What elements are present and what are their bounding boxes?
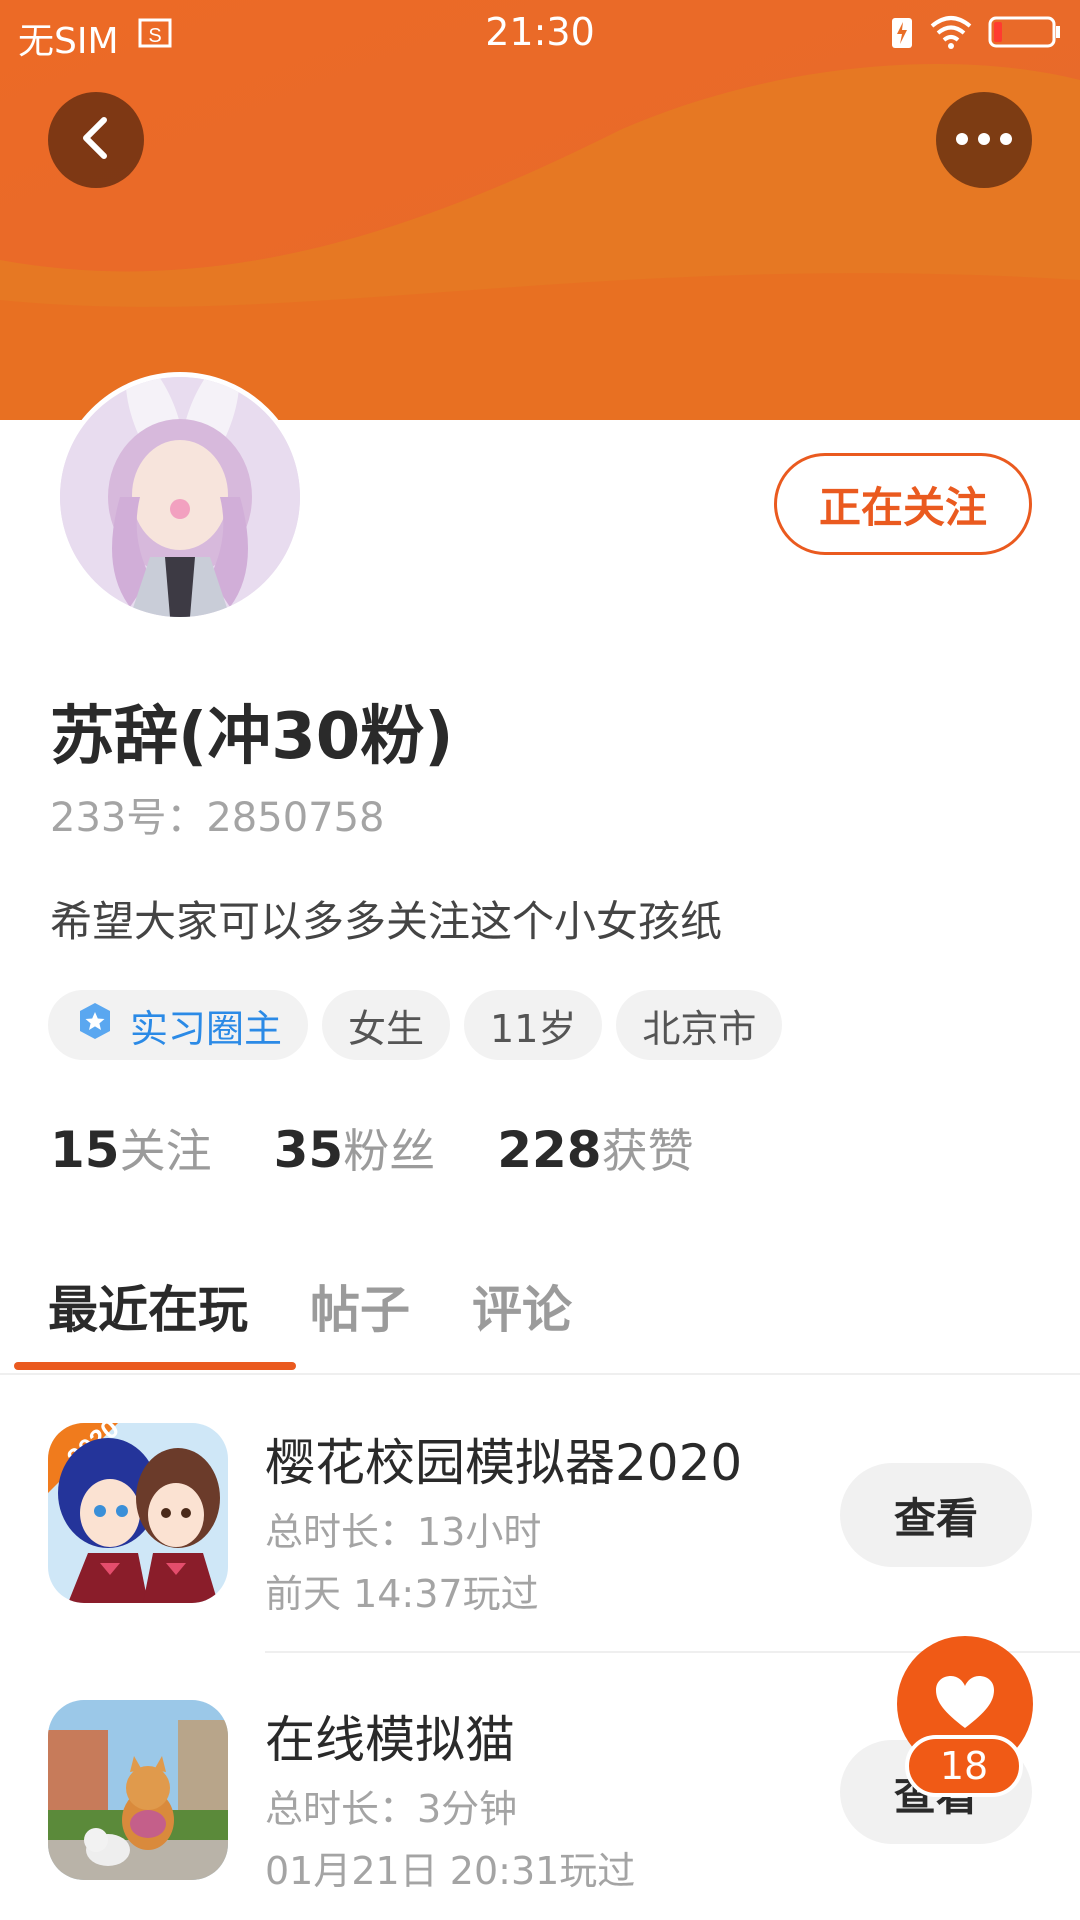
game-last-played: 前天 14:37玩过: [265, 1572, 539, 1616]
battery-icon: [988, 14, 1062, 59]
status-bar: 无SIM S 21:30: [0, 0, 1080, 70]
divider: [0, 1373, 1080, 1375]
back-button[interactable]: [48, 92, 144, 188]
stat-fans-label: 粉丝: [343, 1124, 436, 1178]
stat-likes-label: 获赞: [601, 1124, 694, 1178]
bio: 希望大家可以多多关注这个小女孩纸: [50, 897, 723, 946]
charging-icon: [890, 14, 914, 59]
star-badge-icon: [76, 1001, 114, 1050]
content-tabs: 最近在玩 帖子 评论: [48, 1270, 572, 1342]
tab-comments[interactable]: 评论: [472, 1270, 572, 1342]
nickname: 苏辞(冲30粉): [50, 700, 454, 774]
heart-icon: [934, 1674, 996, 1734]
more-dots-icon: [954, 131, 1014, 150]
tag-role-label: 实习圈主: [130, 1006, 283, 1051]
profile-tags: 实习圈主 女生 11岁 北京市: [48, 990, 783, 1060]
profile-stats: 15 关注 35 粉丝 228 获赞: [50, 1115, 694, 1181]
avatar[interactable]: [55, 372, 305, 622]
game-duration: 总时长：3分钟: [265, 1787, 518, 1831]
view-button[interactable]: 查看: [840, 1463, 1032, 1567]
game-duration: 总时长：13小时: [265, 1510, 542, 1554]
chevron-left-icon: [76, 114, 116, 166]
game-title: 在线模拟猫: [265, 1711, 515, 1769]
stat-fans[interactable]: 35 粉丝: [274, 1115, 436, 1181]
stat-following-count: 15: [50, 1121, 120, 1179]
follow-button[interactable]: 正在关注: [774, 453, 1032, 555]
tag-role[interactable]: 实习圈主: [48, 990, 309, 1060]
tag-gender: 女生: [322, 990, 451, 1060]
more-button[interactable]: [936, 92, 1032, 188]
tag-city: 北京市: [616, 990, 783, 1060]
tab-recent-play[interactable]: 最近在玩: [48, 1270, 248, 1342]
user-id: 233号：2850758: [50, 795, 385, 841]
tag-age: 11岁: [464, 990, 603, 1060]
game-last-played: 01月21日 20:31玩过: [265, 1849, 636, 1893]
stat-likes: 228 获赞: [497, 1115, 693, 1181]
game-icon: 2020: [48, 1423, 228, 1603]
tab-indicator: [14, 1362, 296, 1370]
stat-likes-count: 228: [497, 1121, 602, 1179]
game-icon: [48, 1700, 228, 1880]
stat-fans-count: 35: [273, 1121, 344, 1179]
game-title: 樱花校园模拟器2020: [265, 1434, 743, 1492]
stat-following-label: 关注: [119, 1124, 212, 1178]
tab-posts[interactable]: 帖子: [310, 1270, 410, 1342]
like-count-badge: 18: [905, 1735, 1023, 1797]
stat-following[interactable]: 15 关注: [50, 1115, 212, 1181]
wifi-icon: [928, 14, 974, 59]
